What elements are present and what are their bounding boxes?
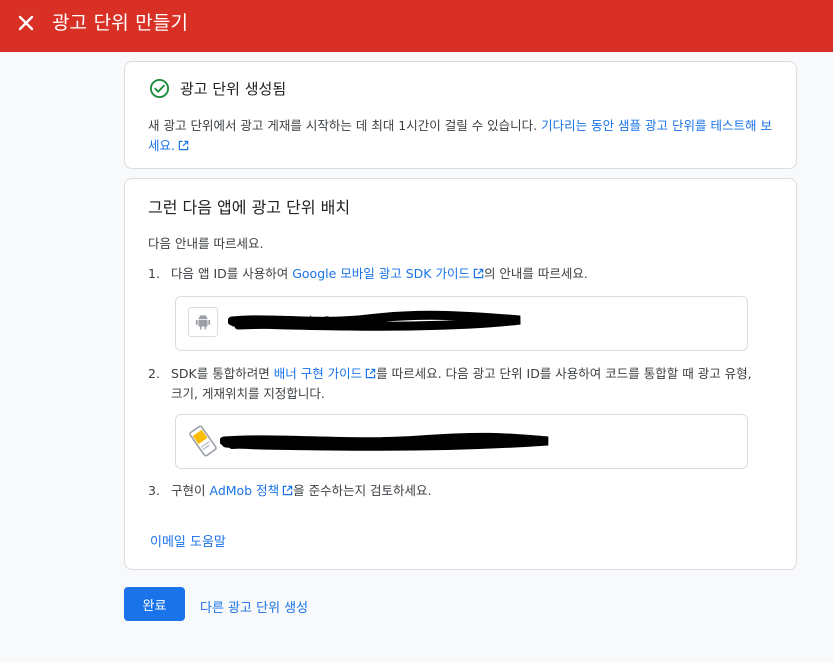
admob-policy-link[interactable]: AdMob 정책 — [209, 483, 293, 498]
top-app-bar: 광고 단위 만들기 — [0, 0, 833, 52]
place-intro: 다음 안내를 따르세요. — [148, 236, 264, 251]
check-circle-icon — [149, 78, 170, 99]
external-link-icon — [282, 485, 293, 496]
redaction-scribble — [220, 432, 549, 451]
email-help-link[interactable]: 이메일 도움말 — [150, 531, 226, 550]
external-link-icon — [473, 268, 484, 279]
banner-guide-link[interactable]: 배너 구현 가이드 — [274, 366, 376, 381]
created-title: 광고 단위 생성됨 — [180, 80, 287, 98]
close-button[interactable] — [14, 11, 38, 35]
sdk-guide-link[interactable]: Google 모바일 광고 SDK 가이드 — [292, 266, 484, 281]
redaction-scribble — [228, 310, 521, 331]
banner-ad-unit-icon — [189, 425, 217, 457]
app-id-box[interactable]: ca-app-pub-3 — [175, 296, 748, 351]
close-icon — [18, 15, 34, 31]
page-title: 광고 단위 만들기 — [52, 12, 189, 34]
create-another-ad-unit-link[interactable]: 다른 광고 단위 생성 — [200, 597, 308, 616]
external-link-icon — [365, 368, 376, 379]
android-icon — [195, 315, 211, 330]
place-ad-unit-card: 그런 다음 앱에 광고 단위 배치 다음 안내를 따르세요. 1. 다음 앱 I… — [124, 178, 797, 570]
done-button[interactable]: 완료 — [124, 587, 185, 621]
ad-unit-created-card: 광고 단위 생성됨 새 광고 단위에서 광고 게재를 시작하는 데 최대 1시간… — [124, 61, 797, 169]
external-link-icon — [178, 140, 189, 151]
ad-unit-id-box[interactable] — [175, 414, 748, 469]
place-title: 그런 다음 앱에 광고 단위 배치 — [148, 198, 351, 217]
created-description: 새 광고 단위에서 광고 게재를 시작하는 데 최대 1시간이 걸릴 수 있습니… — [148, 118, 772, 153]
